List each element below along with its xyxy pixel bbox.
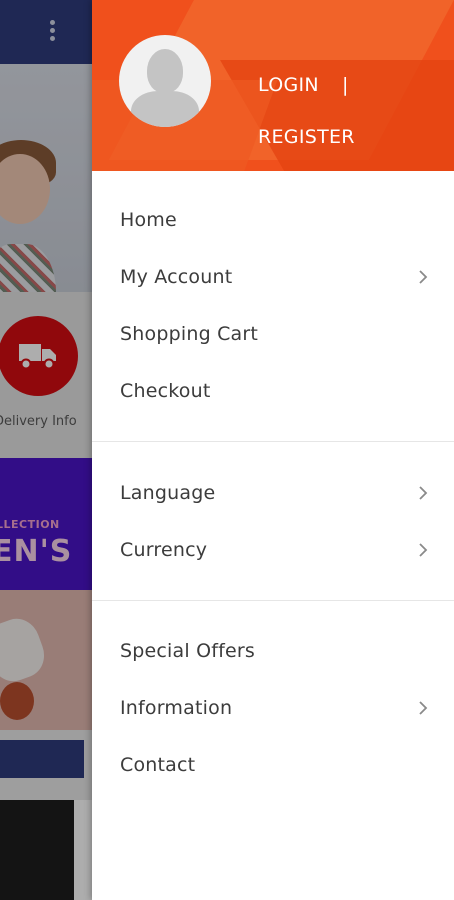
menu-item-label: Special Offers <box>120 639 256 662</box>
register-link[interactable]: REGISTER <box>258 126 355 148</box>
drawer-header: LOGIN | REGISTER <box>92 0 454 171</box>
menu-group-settings: Language Currency <box>92 442 454 600</box>
background-app: Delivery Info LLECTION EN'S <box>0 0 92 900</box>
chevron-right-icon <box>419 701 428 715</box>
user-avatar-icon[interactable] <box>119 35 211 127</box>
menu-item-label: Checkout <box>120 379 211 402</box>
navigation-drawer: LOGIN | REGISTER Home My Account Shoppin… <box>92 0 454 900</box>
menu-item-checkout[interactable]: Checkout <box>92 362 454 419</box>
menu-item-label: Information <box>120 696 233 719</box>
chevron-right-icon <box>419 270 428 284</box>
menu-item-information[interactable]: Information <box>92 679 454 736</box>
menu-item-currency[interactable]: Currency <box>92 521 454 578</box>
auth-separator: | <box>342 74 349 96</box>
menu-item-label: Currency <box>120 538 208 561</box>
menu-item-language[interactable]: Language <box>92 464 454 521</box>
menu-item-shopping-cart[interactable]: Shopping Cart <box>92 305 454 362</box>
menu-group-main: Home My Account Shopping Cart Checkout <box>92 171 454 441</box>
chevron-right-icon <box>419 486 428 500</box>
menu-item-label: Home <box>120 208 177 231</box>
menu-item-special-offers[interactable]: Special Offers <box>92 622 454 679</box>
menu-item-home[interactable]: Home <box>92 191 454 248</box>
menu-item-label: Contact <box>120 753 196 776</box>
drawer-scrim[interactable] <box>0 0 92 900</box>
menu-group-info: Special Offers Information Contact <box>92 601 454 793</box>
menu-item-label: Language <box>120 481 216 504</box>
menu-item-my-account[interactable]: My Account <box>92 248 454 305</box>
chevron-right-icon <box>419 543 428 557</box>
login-link[interactable]: LOGIN <box>258 74 319 96</box>
menu-item-contact[interactable]: Contact <box>92 736 454 793</box>
menu-item-label: My Account <box>120 265 233 288</box>
menu-item-label: Shopping Cart <box>120 322 259 345</box>
